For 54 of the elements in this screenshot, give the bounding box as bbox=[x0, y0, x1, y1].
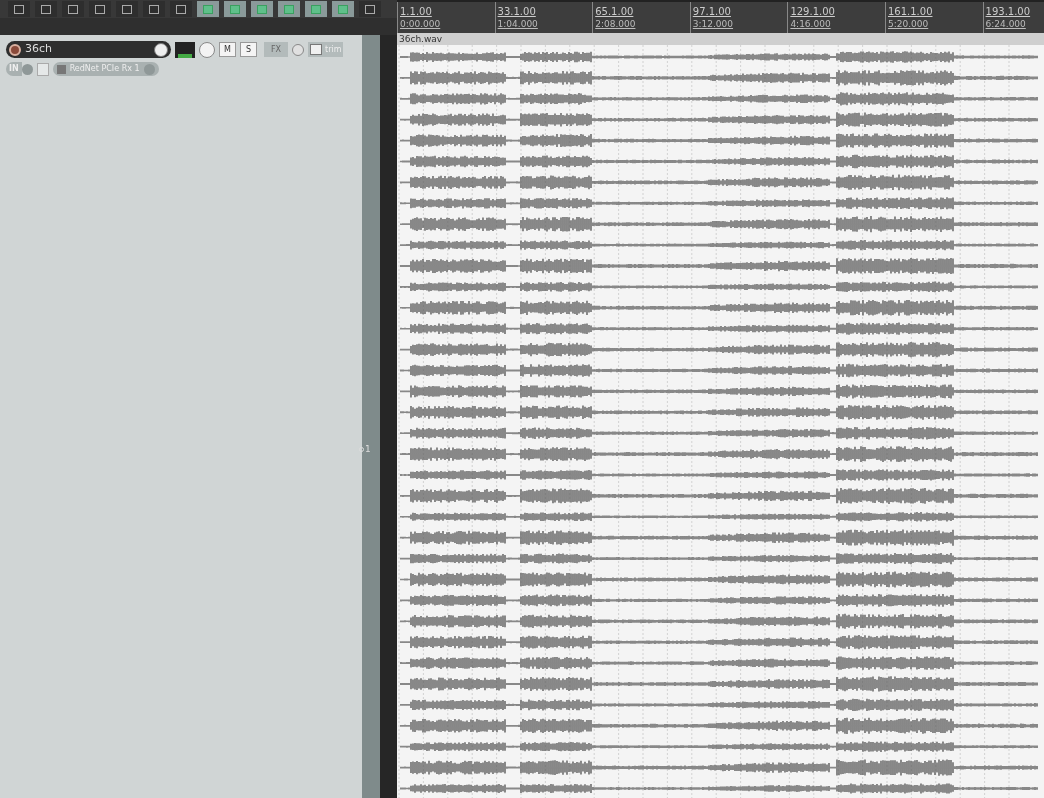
input-button[interactable]: IN bbox=[6, 62, 22, 76]
envelope-icon bbox=[310, 44, 322, 55]
bar-label: 97.1.00 bbox=[692, 6, 732, 18]
mute-button[interactable]: M bbox=[219, 42, 236, 57]
input-select-button[interactable]: RedNet PCIe Rx 1 bbox=[52, 62, 159, 76]
track-name-field[interactable]: 36ch bbox=[6, 41, 171, 58]
timeline-ruler[interactable]: 1.1.00 0:00.000 33.1.00 1:04.000 65.1.00 2:08.000 97.1.00 3:12.000 129.1.00 4:16.000 161.1.00 5:20.000 193.1.00 6:24.000 bbox=[397, 0, 1044, 33]
phase-icon[interactable] bbox=[292, 43, 304, 56]
toolbar-icon bbox=[176, 4, 186, 14]
dropdown-icon[interactable] bbox=[21, 63, 33, 75]
toolbar-button[interactable] bbox=[8, 1, 30, 17]
time-label: 6:24.000 bbox=[985, 18, 1027, 30]
time-label: 4:16.000 bbox=[790, 18, 832, 30]
bar-label: 33.1.00 bbox=[497, 6, 537, 18]
time-label: 2:08.000 bbox=[595, 18, 637, 30]
time-label: 3:12.000 bbox=[692, 18, 735, 30]
volume-knob-icon[interactable] bbox=[154, 42, 168, 57]
toolbar-icon bbox=[230, 4, 240, 14]
toolbar-icon bbox=[311, 4, 321, 14]
bar-label: 1.1.00 bbox=[400, 6, 433, 18]
item-label: 36ch.wav bbox=[399, 34, 443, 44]
bar-label: 129.1.00 bbox=[790, 6, 836, 18]
toolbar-icon bbox=[14, 4, 24, 14]
toolbar-button[interactable] bbox=[143, 1, 165, 17]
toolbar-button[interactable] bbox=[35, 1, 57, 17]
toolbar-icon bbox=[203, 4, 213, 14]
time-label: 5:20.000 bbox=[887, 18, 930, 30]
toolbar-icon bbox=[95, 4, 105, 14]
fx-button[interactable]: FX bbox=[264, 42, 288, 57]
toolbar-icon bbox=[284, 4, 294, 14]
toolbar-button[interactable] bbox=[359, 1, 381, 17]
monitor-icon[interactable] bbox=[36, 62, 49, 76]
toolbar-icon bbox=[149, 4, 159, 14]
toolbar-icon bbox=[257, 4, 267, 14]
solo-button[interactable]: S bbox=[240, 42, 257, 57]
toolbar-icon bbox=[122, 4, 132, 14]
routing-icon[interactable] bbox=[175, 41, 195, 58]
time-label: 0:00.000 bbox=[400, 18, 442, 30]
input-icon bbox=[56, 64, 66, 74]
toolbar-icon bbox=[338, 4, 348, 14]
toolbar-icon bbox=[41, 4, 51, 14]
toolbar-icon bbox=[365, 4, 375, 14]
toolbar-button[interactable] bbox=[170, 1, 192, 17]
dropdown-icon bbox=[143, 63, 155, 75]
bar-label: 161.1.00 bbox=[887, 6, 934, 18]
bar-label: 65.1.00 bbox=[595, 6, 635, 18]
toolbar-icon bbox=[68, 4, 78, 14]
toolbar-button[interactable] bbox=[62, 1, 84, 17]
time-label: 1:04.000 bbox=[497, 18, 539, 30]
record-arm-icon[interactable] bbox=[9, 43, 21, 56]
toolbar-button[interactable] bbox=[89, 1, 111, 17]
bar-label: 193.1.00 bbox=[985, 6, 1032, 18]
pan-knob-icon[interactable] bbox=[199, 41, 215, 58]
toolbar-button[interactable] bbox=[116, 1, 138, 17]
